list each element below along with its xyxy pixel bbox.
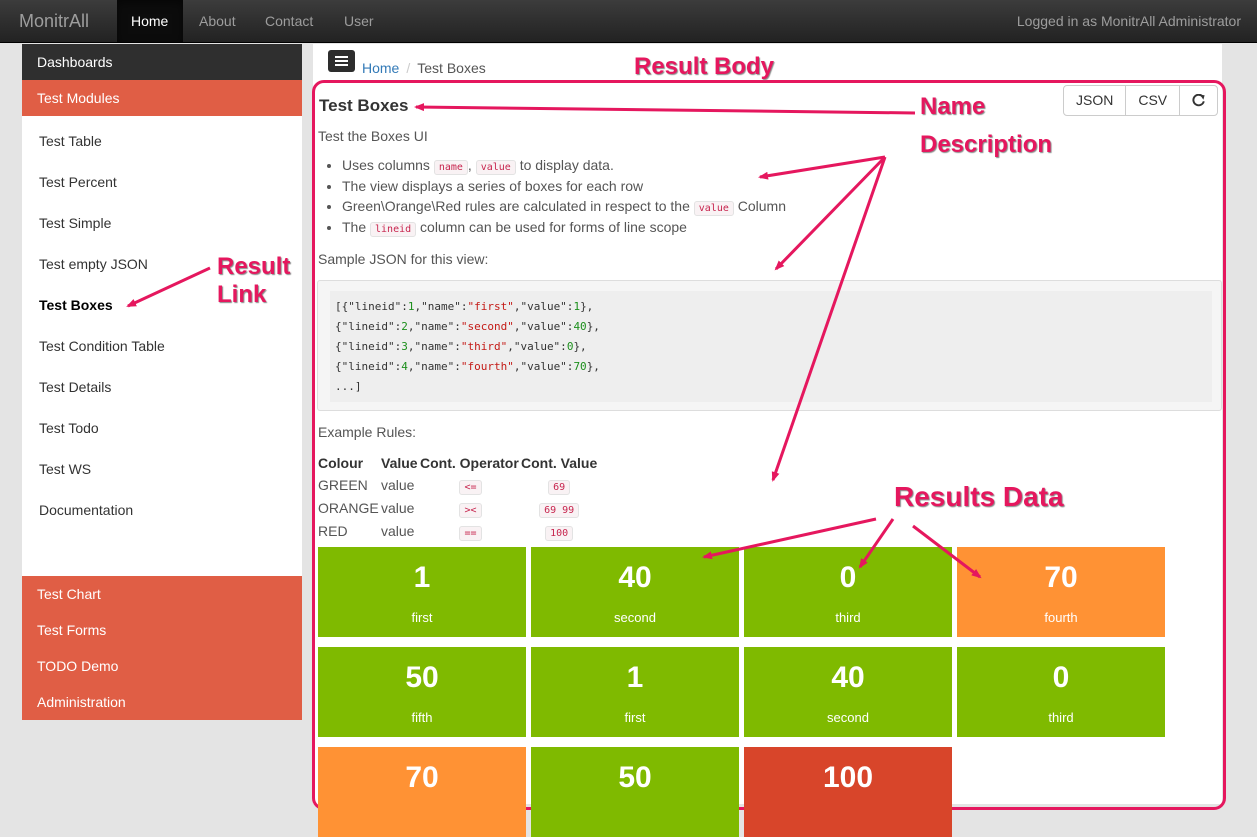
arrow-result-link xyxy=(126,266,211,308)
arrow-description-1 xyxy=(758,155,886,180)
arrow-description-2 xyxy=(774,155,887,271)
arrow-results-2 xyxy=(858,518,895,569)
arrow-results-3 xyxy=(912,524,982,579)
arrow-name xyxy=(414,103,916,115)
arrow-results-1 xyxy=(702,517,877,560)
annotation-arrows xyxy=(126,103,982,579)
arrow-description-3 xyxy=(771,156,887,482)
